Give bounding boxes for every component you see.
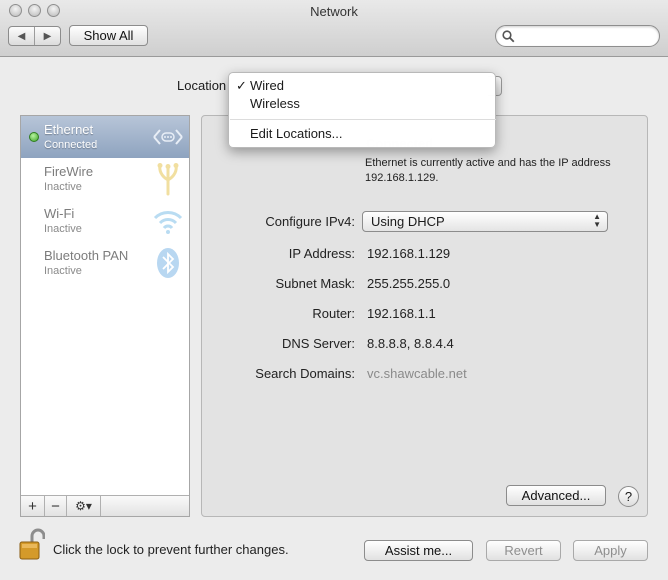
service-name: Wi-Fi [44,206,75,221]
show-all-button[interactable]: Show All [69,25,148,46]
dns-server-label: DNS Server: [282,336,355,351]
gear-menu-button[interactable]: ⚙▾ [67,496,101,516]
location-menu-item-wireless[interactable]: Wireless [229,95,497,113]
service-list-controls: + − ⚙▾ [21,495,189,516]
service-status: Inactive [44,223,82,235]
router-label: Router: [312,306,355,321]
service-name: Ethernet [44,122,94,137]
ip-address-value: 192.168.1.129 [367,246,451,261]
location-menu-item-wired[interactable]: ✓ Wired [229,77,497,95]
search-field[interactable] [495,25,660,47]
router-value: 192.168.1.1 [367,306,436,321]
add-service-button[interactable]: + [21,496,45,516]
menu-item-label: Wireless [250,96,300,111]
service-name: FireWire [44,164,94,179]
network-preferences-window: Network ◀ ▶ Show All Location Ethernet C… [0,0,668,580]
service-item-firewire[interactable]: FireWire Inactive [21,158,189,200]
menu-item-label: Wired [250,78,284,93]
configure-ipv4-label: Configure IPv4: [265,214,355,229]
firewire-icon [157,163,179,196]
service-status: Inactive [44,181,82,193]
updown-arrow-icon: ▲ ▼ [593,212,601,229]
back-forward-control: ◀ ▶ [8,26,61,46]
ethernet-icon [153,129,183,145]
subnet-mask-value: 255.255.255.0 [367,276,451,291]
advanced-button[interactable]: Advanced... [506,485,606,506]
checkmark-icon: ✓ [236,78,247,93]
configure-ipv4-value: Using DHCP [371,214,445,229]
help-button[interactable]: ? [618,486,639,507]
search-domains-value: vc.shawcable.net [367,366,467,381]
back-button[interactable]: ◀ [9,27,35,45]
status-connected-icon [29,132,39,142]
location-label: Location [177,78,227,93]
apply-button[interactable]: Apply [573,540,648,561]
toolbar: Network ◀ ▶ Show All [0,0,668,57]
window-title: Network [310,4,358,19]
edit-locations-menu-item[interactable]: Edit Locations... [229,125,497,143]
service-status: Connected [44,139,98,151]
service-item-ethernet[interactable]: Ethernet Connected [21,116,189,158]
search-domains-label: Search Domains: [255,366,355,381]
lock-message: Click the lock to prevent further change… [53,542,289,557]
ip-address-label: IP Address: [288,246,355,261]
status-description: Ethernet is currently active and has the… [365,157,611,184]
configure-ipv4-select[interactable]: Using DHCP ▲ ▼ [362,211,608,232]
menu-item-label: Edit Locations... [250,126,343,141]
forward-button[interactable]: ▶ [35,27,60,45]
assist-me-button[interactable]: Assist me... [364,540,473,561]
lock-icon[interactable] [17,528,45,562]
dns-server-value: 8.8.8.8, 8.8.4.4 [367,336,454,351]
subnet-mask-label: Subnet Mask: [275,276,356,291]
service-name: Bluetooth PAN [44,248,129,263]
menu-separator [230,119,496,120]
service-status: Inactive [44,265,82,277]
location-menu: ✓ Wired Wireless Edit Locations... [228,72,496,148]
remove-service-button[interactable]: − [45,496,67,516]
search-icon [502,30,515,43]
revert-button[interactable]: Revert [486,540,561,561]
